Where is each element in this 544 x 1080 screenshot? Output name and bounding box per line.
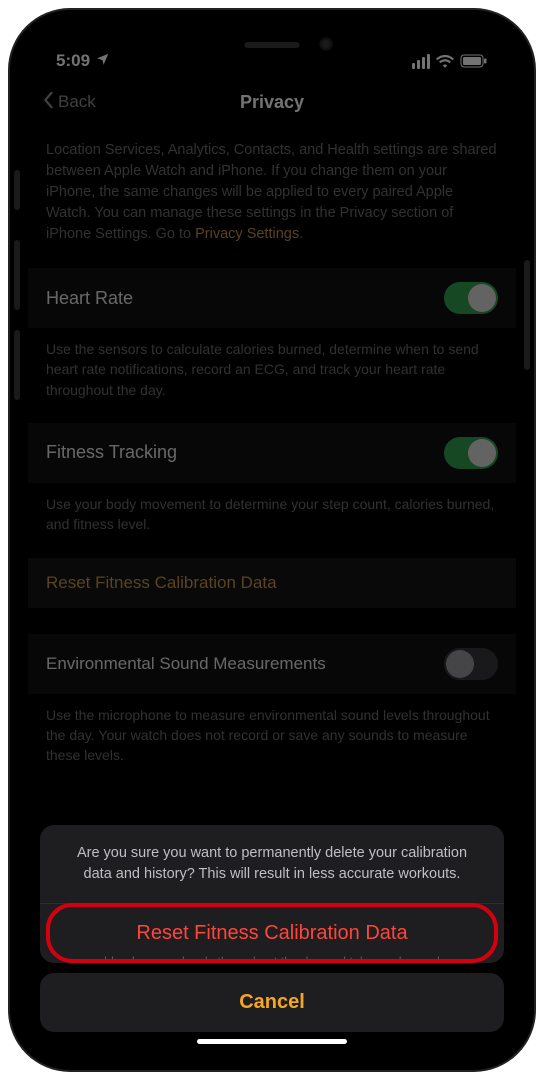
environmental-sound-row: Environmental Sound Measurements (28, 633, 516, 695)
privacy-settings-link[interactable]: Privacy Settings (195, 226, 299, 242)
side-button (14, 330, 20, 400)
page-title: Privacy (240, 92, 304, 113)
cancel-button[interactable]: Cancel (40, 973, 504, 1032)
screen: 5:09 Bac (28, 28, 516, 1052)
notch (167, 28, 377, 58)
heart-rate-footer: Use the sensors to calculate calories bu… (28, 329, 516, 418)
action-sheet-message: Are you sure you want to permanently del… (40, 825, 504, 903)
destructive-action-wrap: Reset Fitness Calibration Data blood oxy… (40, 903, 504, 963)
reset-calibration-button-label: Reset Fitness Calibration Data (136, 922, 407, 944)
status-time: 5:09 (56, 51, 90, 71)
side-button (524, 260, 530, 370)
fitness-tracking-label: Fitness Tracking (46, 442, 177, 463)
fitness-tracking-footer: Use your body movement to determine your… (28, 484, 516, 553)
home-indicator[interactable] (197, 1039, 347, 1044)
side-button (14, 170, 20, 210)
environmental-sound-toggle[interactable] (444, 648, 498, 680)
fitness-tracking-row: Fitness Tracking (28, 422, 516, 484)
chevron-left-icon (42, 91, 54, 114)
cellular-icon (412, 54, 430, 69)
back-label: Back (58, 92, 96, 112)
phone-frame: 5:09 Bac (10, 10, 534, 1070)
action-sheet: Are you sure you want to permanently del… (40, 825, 504, 1032)
heart-rate-toggle[interactable] (444, 282, 498, 314)
content: Location Services, Analytics, Contacts, … (28, 126, 516, 783)
fitness-tracking-toggle[interactable] (444, 437, 498, 469)
environmental-sound-footer: Use the microphone to measure environmen… (28, 695, 516, 784)
action-sheet-group: Are you sure you want to permanently del… (40, 825, 504, 963)
environmental-sound-label: Environmental Sound Measurements (46, 654, 326, 674)
obscured-text: blood oxygen levels throughout the day a… (40, 955, 504, 963)
heart-rate-label: Heart Rate (46, 288, 133, 309)
reset-calibration-button[interactable]: Reset Fitness Calibration Data blood oxy… (40, 903, 504, 963)
nav-bar: Back Privacy (28, 78, 516, 126)
intro-text: Location Services, Analytics, Contacts, … (28, 126, 516, 263)
reset-calibration-row[interactable]: Reset Fitness Calibration Data (28, 557, 516, 609)
battery-icon (460, 54, 488, 68)
reset-calibration-label: Reset Fitness Calibration Data (46, 573, 277, 593)
location-icon (96, 51, 110, 71)
heart-rate-row: Heart Rate (28, 267, 516, 329)
side-button (14, 240, 20, 310)
cancel-button-label: Cancel (239, 991, 305, 1013)
back-button[interactable]: Back (42, 91, 96, 114)
wifi-icon (436, 54, 454, 68)
